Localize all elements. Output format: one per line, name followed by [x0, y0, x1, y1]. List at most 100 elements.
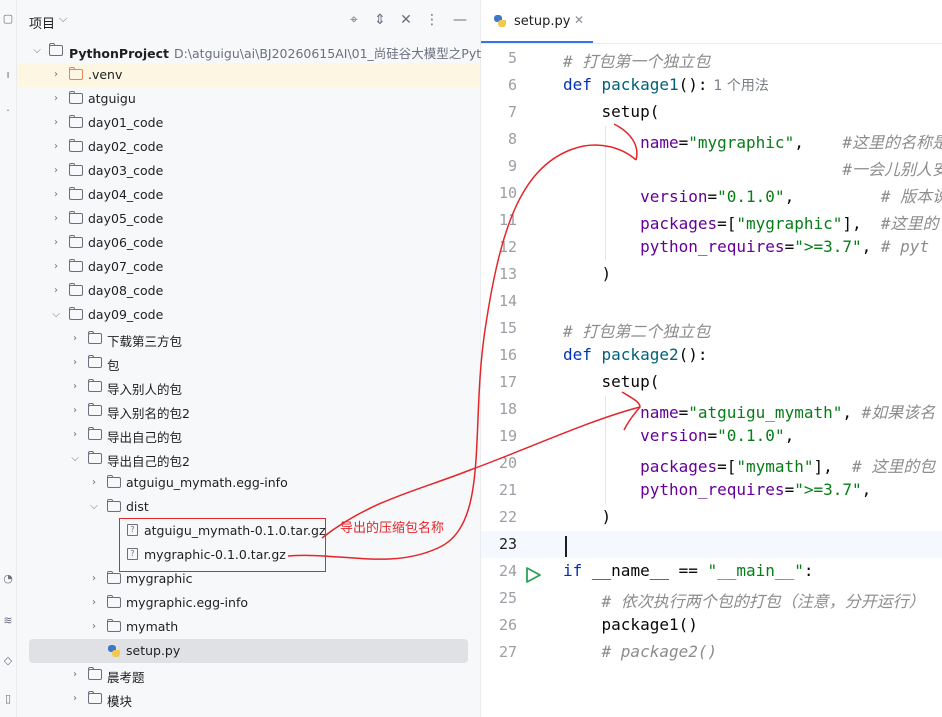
tree-item[interactable]: › day04_code	[17, 183, 480, 207]
chevron-right-icon[interactable]: ›	[50, 140, 62, 154]
code-line[interactable]: 14	[481, 288, 942, 315]
chevron-right-icon[interactable]: ›	[50, 116, 62, 130]
tree-item[interactable]: ⌵ 导出自己的包2	[17, 447, 480, 471]
code-line[interactable]: 23	[481, 531, 942, 558]
code-token: ,	[861, 480, 872, 499]
chevron-right-icon[interactable]: ›	[69, 380, 81, 394]
tree-root[interactable]: ⌵ PythonProject D:\atguigu\ai\BJ20260615A…	[17, 39, 517, 63]
code-line[interactable]: 25 # 依次执行两个包的打包（注意，分开运行）	[481, 585, 942, 612]
code-line[interactable]: 7 setup(	[481, 99, 942, 126]
run-icon[interactable]	[525, 567, 541, 583]
tree-item[interactable]: › mygraphic.egg-info	[17, 591, 480, 615]
tree-item[interactable]: › .venv	[17, 63, 480, 87]
code-line[interactable]: 19 version="0.1.0",	[481, 423, 942, 450]
chevron-right-icon[interactable]: ›	[50, 68, 62, 82]
code-line[interactable]: 17 setup(	[481, 369, 942, 396]
tree-item[interactable]: › day03_code	[17, 159, 480, 183]
code-line[interactable]: 27 # package2()	[481, 639, 942, 666]
chevron-right-icon[interactable]: ›	[50, 212, 62, 226]
code-line[interactable]: 13 )	[481, 261, 942, 288]
code-line[interactable]: 21 python_requires=">=3.7",	[481, 477, 942, 504]
code-line[interactable]: 9 #一会儿别人安	[481, 153, 942, 180]
chevron-right-icon[interactable]: ›	[50, 260, 62, 274]
tree-item[interactable]: › day06_code	[17, 231, 480, 255]
problems-tool-icon[interactable]: ▯	[0, 692, 16, 705]
chevron-right-icon[interactable]: ›	[50, 188, 62, 202]
chevron-right-icon[interactable]: ›	[50, 164, 62, 178]
more-options-icon[interactable]: ⋮	[423, 11, 441, 29]
code-line[interactable]: 16 def package2():	[481, 342, 942, 369]
tree-item[interactable]: › 下载第三方包	[17, 327, 480, 351]
code-editor[interactable]: setup.py ✕ 5 # 打包第一个独立包 6 def package1(): 1 …	[481, 0, 942, 717]
code-line[interactable]: 8 name="mygraphic", #这里的名称是	[481, 126, 942, 153]
code-token: package1	[601, 75, 679, 94]
project-panel-title[interactable]: 项目	[29, 13, 55, 32]
expand-all-icon[interactable]: ⇕	[371, 11, 389, 29]
tree-item[interactable]: › 晨考题	[17, 663, 480, 687]
chevron-right-icon[interactable]: ›	[50, 236, 62, 250]
tree-item[interactable]: › day02_code	[17, 135, 480, 159]
chevron-right-icon[interactable]: ›	[69, 668, 81, 682]
collapse-all-icon[interactable]: ✕	[397, 11, 415, 29]
tree-item[interactable]: › day07_code	[17, 255, 480, 279]
project-tool-icon[interactable]: ▢	[0, 12, 16, 25]
tree-item-selected[interactable]: setup.py	[29, 639, 468, 663]
code-line[interactable]: 20 packages=["mymath"], # 这里的包	[481, 450, 942, 477]
terminal-tool-icon[interactable]: ◇	[0, 654, 16, 667]
code-line[interactable]: 18 name="atguigu_mymath", #如果该名	[481, 396, 942, 423]
code-line[interactable]: 12 python_requires=">=3.7", # pyt	[481, 234, 942, 261]
code-line[interactable]: 24 if __name__ == "__main__":	[481, 558, 942, 585]
packages-tool-icon[interactable]: ≋	[0, 614, 16, 627]
code-line[interactable]: 10 version="0.1.0", # 版本说	[481, 180, 942, 207]
tree-item[interactable]: › 导入别名的包2	[17, 399, 480, 423]
chevron-right-icon[interactable]: ›	[88, 620, 100, 634]
structure-tool-icon[interactable]: ı	[0, 68, 16, 81]
code-line[interactable]: 5 # 打包第一个独立包	[481, 45, 942, 72]
folder-icon	[69, 259, 83, 273]
folder-icon	[69, 67, 83, 81]
tree-item[interactable]: ⌵ day09_code	[17, 303, 480, 327]
chevron-right-icon[interactable]: ›	[69, 692, 81, 706]
chevron-right-icon[interactable]: ›	[88, 476, 100, 490]
code-line[interactable]: 11 packages=["mygraphic"], #这里的	[481, 207, 942, 234]
tree-item[interactable]: › mymath	[17, 615, 480, 639]
tree-item[interactable]: › 模块	[17, 687, 480, 711]
code-token: =[	[717, 457, 737, 476]
chevron-right-icon[interactable]: ›	[69, 356, 81, 370]
chevron-right-icon[interactable]: ›	[88, 572, 100, 586]
chevron-down-icon[interactable]: ⌵	[88, 500, 100, 514]
tab-setup-py[interactable]: setup.py ✕	[481, 0, 593, 43]
tree-item[interactable]: › atguigu_mymath.egg-info	[17, 471, 480, 495]
code-line[interactable]: 26 package1()	[481, 612, 942, 639]
chevron-right-icon[interactable]: ›	[88, 596, 100, 610]
chevron-right-icon[interactable]: ›	[69, 404, 81, 418]
tree-item[interactable]: › day05_code	[17, 207, 480, 231]
chevron-down-icon[interactable]: ⌵	[69, 452, 81, 466]
line-number: 19	[498, 427, 517, 445]
target-icon[interactable]: ⌖	[345, 11, 363, 29]
tree-item[interactable]: › day01_code	[17, 111, 480, 135]
tree-item[interactable]: › 包	[17, 351, 480, 375]
minimize-icon[interactable]: —	[451, 11, 469, 29]
chevron-right-icon[interactable]: ›	[50, 284, 62, 298]
chevron-down-icon[interactable]: ⌵	[31, 44, 43, 58]
code-line[interactable]: 22 )	[481, 504, 942, 531]
tree-item[interactable]: ⌵ dist	[17, 495, 480, 519]
more-tools-icon[interactable]: ·	[0, 104, 16, 117]
code-line[interactable]: 6 def package1(): 1 个用法	[481, 72, 942, 99]
tree-item[interactable]: › day08_code	[17, 279, 480, 303]
chevron-right-icon[interactable]: ›	[50, 92, 62, 106]
code-token: name	[640, 133, 679, 152]
chevron-down-icon[interactable]: ⌵	[59, 12, 67, 26]
services-tool-icon[interactable]: ◔	[0, 572, 16, 585]
tree-item[interactable]: › 导入别人的包	[17, 375, 480, 399]
chevron-right-icon[interactable]: ›	[69, 428, 81, 442]
tree-item[interactable]: › 导出自己的包	[17, 423, 480, 447]
chevron-right-icon[interactable]: ›	[69, 332, 81, 346]
code-line[interactable]: 15 # 打包第二个独立包	[481, 315, 942, 342]
chevron-down-icon[interactable]: ⌵	[50, 308, 62, 322]
close-icon[interactable]: ✕	[574, 13, 584, 27]
tree-item[interactable]: › atguigu	[17, 87, 480, 111]
